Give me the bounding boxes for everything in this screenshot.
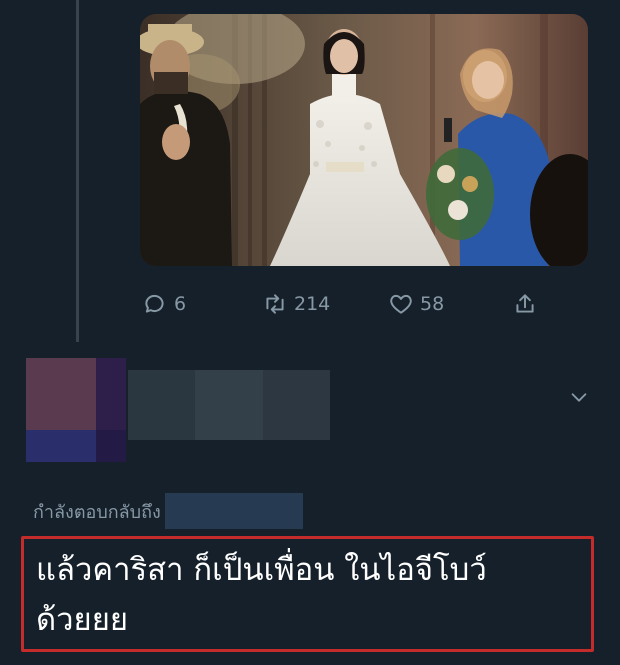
heart-icon: [390, 294, 412, 314]
wedding-photo-image: [140, 14, 588, 266]
reply-tweet-text: แล้วคาริสา ก็เป็นเพื่อน ในไอจีโบว์ ด้วยย…: [36, 552, 487, 638]
retweet-count: 214: [294, 293, 331, 315]
like-count: 58: [420, 293, 445, 315]
speech-bubble-icon: [145, 294, 164, 313]
retweet-icon: [266, 294, 284, 314]
like-button[interactable]: 58: [388, 286, 444, 322]
retweet-button[interactable]: 214: [262, 286, 330, 322]
redacted-display-name: [128, 370, 330, 440]
share-icon: [516, 294, 534, 313]
thread-connector-line: [76, 0, 79, 342]
share-button[interactable]: [512, 286, 544, 322]
redacted-reply-target[interactable]: [164, 493, 303, 529]
replying-to-label: กำลังตอบกลับถึง: [33, 501, 161, 523]
tweet-photo[interactable]: [140, 14, 588, 266]
reply-count: 6: [174, 293, 187, 315]
tweet-actions-bar: 6 214 58: [140, 286, 560, 322]
replying-to-line: กำลังตอบกลับถึง: [33, 493, 303, 529]
reply-button[interactable]: 6: [142, 286, 186, 322]
chevron-down-icon[interactable]: [568, 386, 590, 408]
avatar[interactable]: [26, 358, 126, 462]
highlighted-reply-text-box: แล้วคาริสา ก็เป็นเพื่อน ในไอจีโบว์ ด้วยย…: [21, 536, 594, 652]
